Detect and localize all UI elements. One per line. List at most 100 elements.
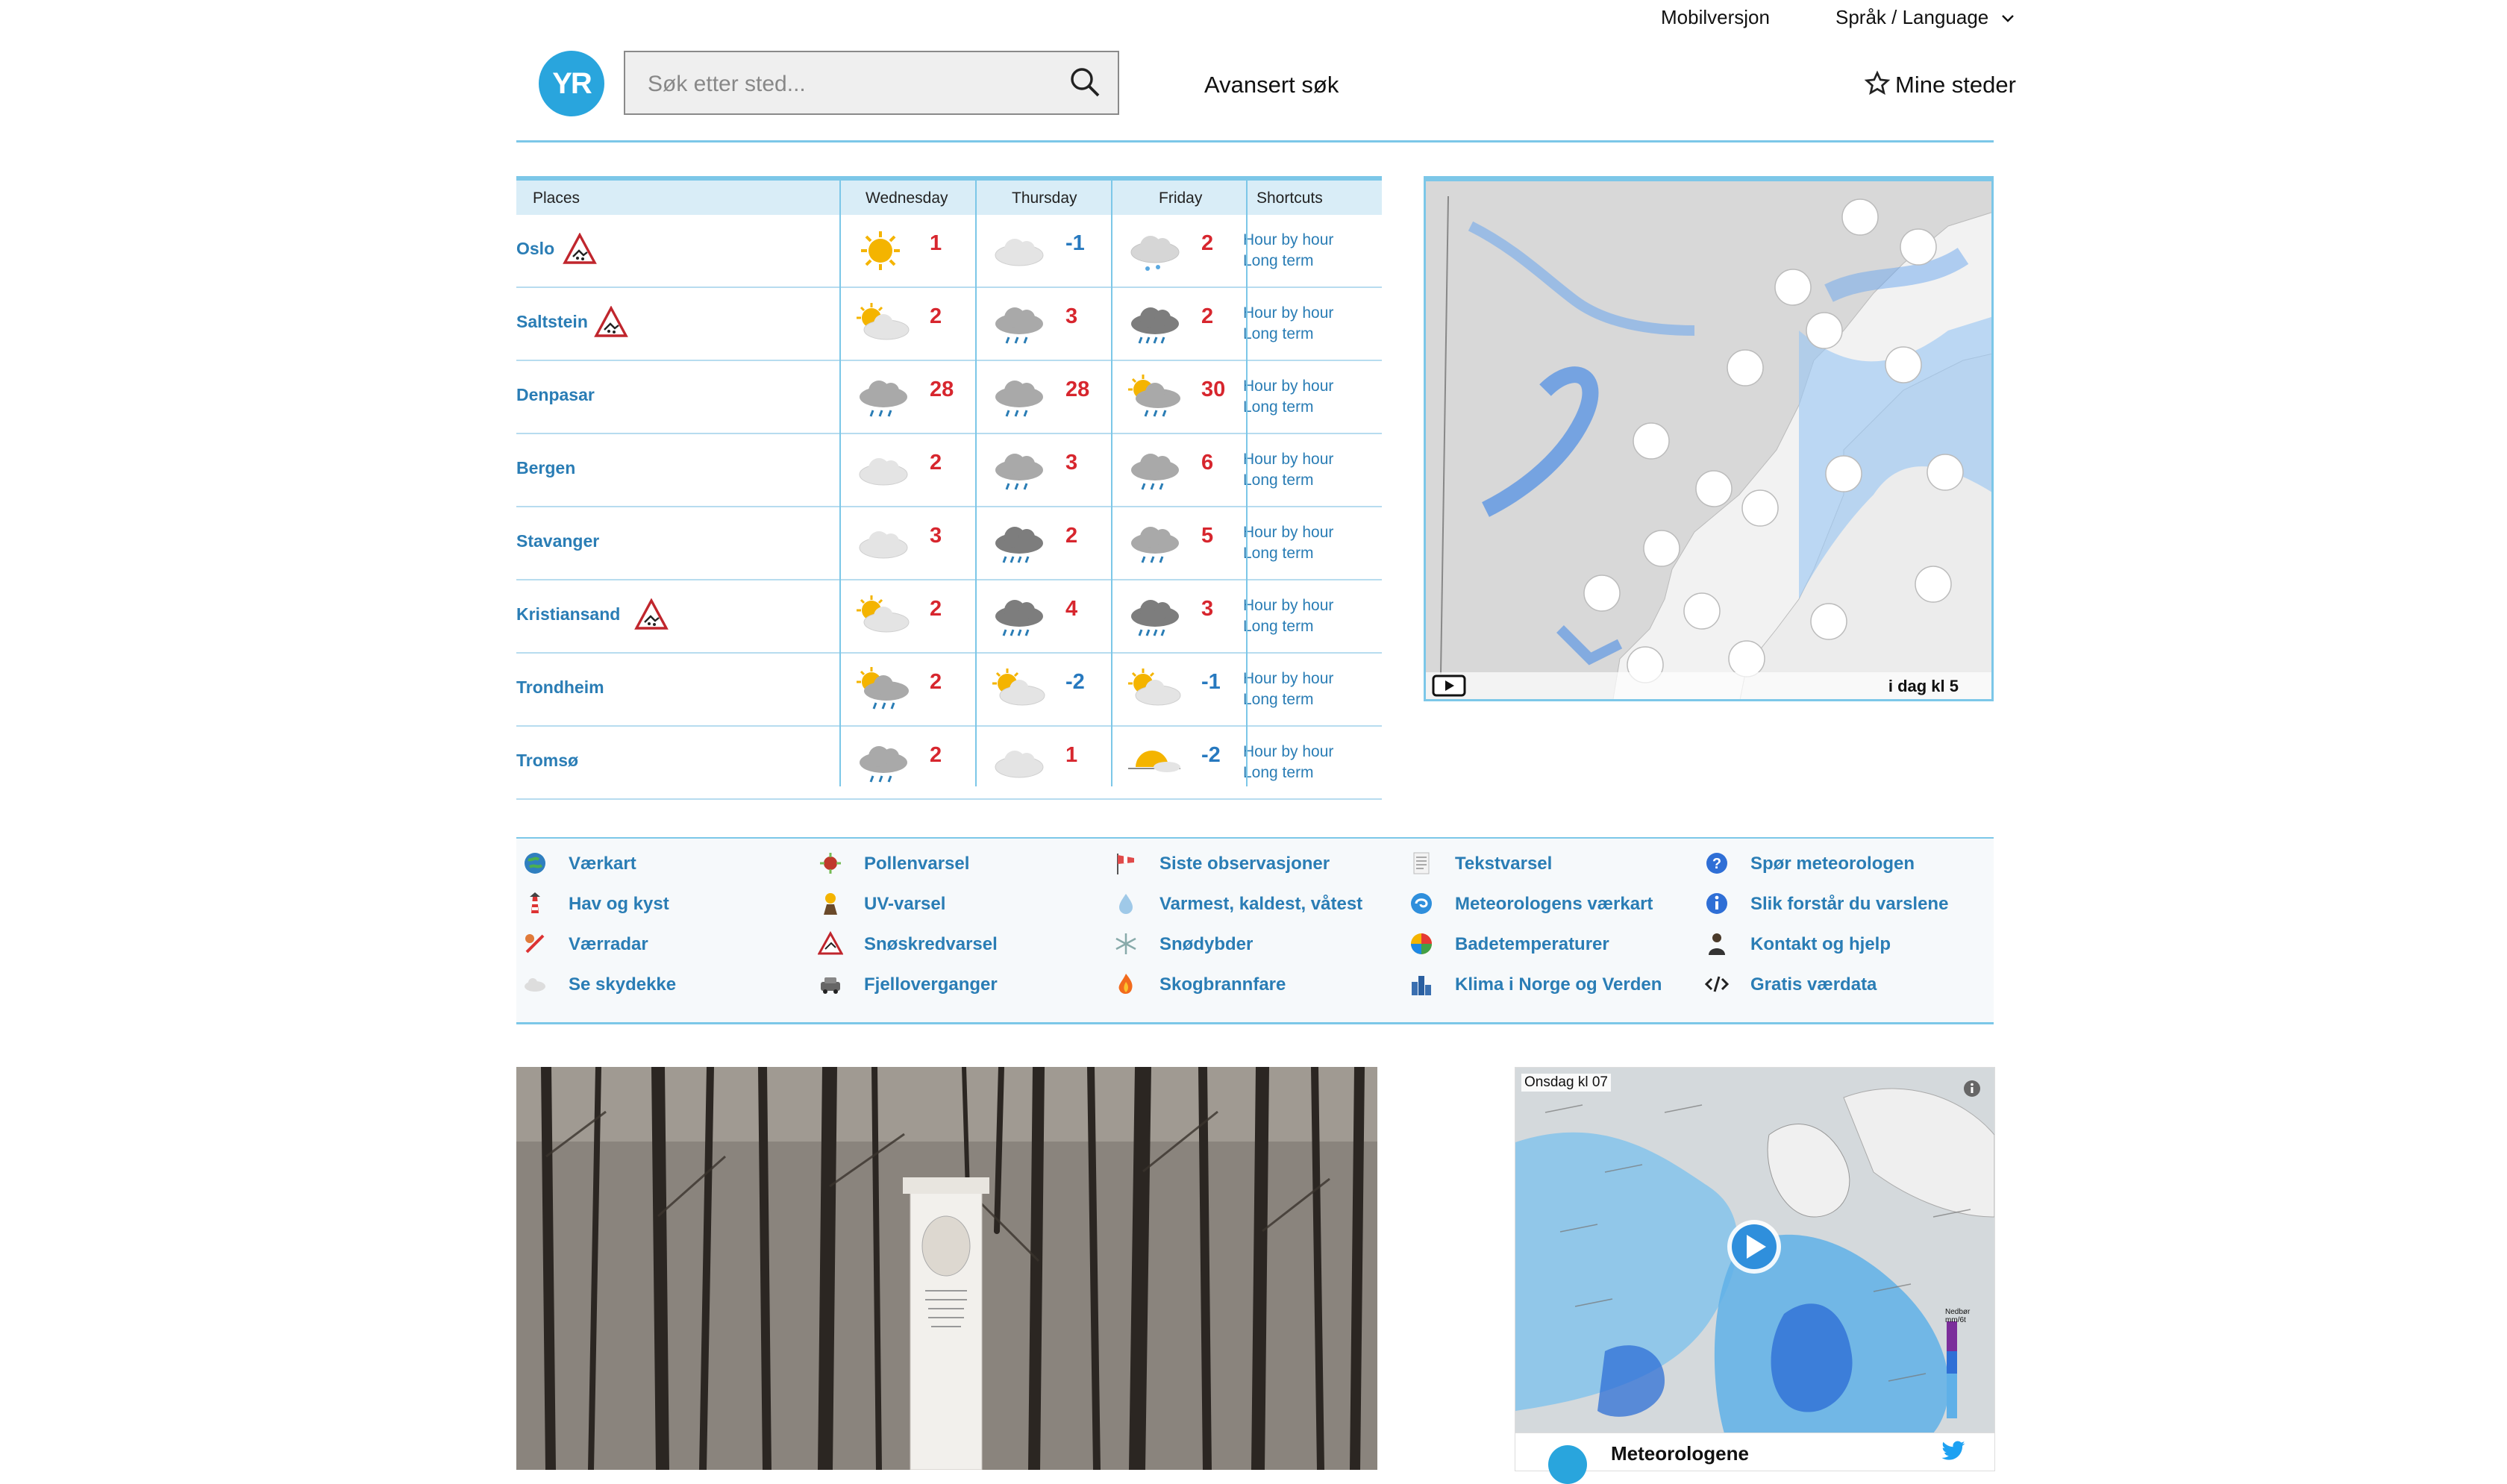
warning-icon[interactable] bbox=[594, 305, 628, 339]
quick-link[interactable]: Varmest, kaldest, våtest bbox=[1159, 894, 1362, 915]
hour-by-hour-link[interactable]: Hour by hour bbox=[1243, 378, 1333, 395]
place-link[interactable]: Trondheim bbox=[516, 677, 604, 698]
quick-link[interactable]: Slik forstår du varslene bbox=[1750, 894, 1948, 915]
weather-icon bbox=[857, 303, 910, 340]
temperature-value: 2 bbox=[1201, 304, 1214, 328]
weather-icon bbox=[995, 381, 1043, 417]
language-link[interactable]: Språk / Language bbox=[1835, 6, 2015, 29]
temperature-value: -1 bbox=[1201, 670, 1221, 694]
search-icon[interactable] bbox=[1068, 66, 1101, 98]
weather-icon bbox=[861, 231, 900, 270]
windsock-icon bbox=[1117, 854, 1134, 874]
long-term-link[interactable]: Long term bbox=[1243, 545, 1314, 563]
warning-icon[interactable] bbox=[634, 598, 669, 631]
temperature-value: 3 bbox=[930, 524, 942, 548]
temperature-value: 2 bbox=[930, 743, 942, 767]
col-friday: Friday bbox=[1159, 190, 1203, 207]
hour-by-hour-link[interactable]: Hour by hour bbox=[1243, 524, 1333, 542]
quick-link[interactable]: Spør meteorologen bbox=[1750, 854, 1915, 874]
quick-link[interactable]: Klima i Norge og Verden bbox=[1455, 974, 1662, 995]
forecast-row: Kristiansand 2 4 3 Hour by hour Long term bbox=[516, 580, 1382, 654]
long-term-link[interactable]: Long term bbox=[1243, 398, 1314, 416]
quick-link[interactable]: UV-varsel bbox=[864, 894, 945, 915]
weather-icon bbox=[1131, 527, 1179, 563]
weather-icon bbox=[860, 381, 907, 417]
place-link[interactable]: Stavanger bbox=[516, 531, 599, 551]
quick-link[interactable]: Snøskredvarsel bbox=[864, 934, 998, 955]
quick-link[interactable]: Siste observasjoner bbox=[1159, 854, 1330, 874]
links-divider-bottom bbox=[516, 1022, 1994, 1024]
hour-by-hour-link[interactable]: Hour by hour bbox=[1243, 670, 1333, 688]
tweet-card[interactable]: Meteorologene bbox=[1515, 1433, 1995, 1484]
links-panel: Værkart Hav og kyst Værradar Se skydekke Pol… bbox=[516, 839, 1994, 1022]
quick-link[interactable]: Meteorologens værkart bbox=[1455, 894, 1653, 915]
temperature-value: 2 bbox=[930, 304, 942, 328]
weather-map[interactable]: i dag kl 5 bbox=[1424, 176, 1994, 701]
long-term-link[interactable]: Long term bbox=[1243, 618, 1314, 636]
long-term-link[interactable]: Long term bbox=[1243, 472, 1314, 489]
beachball-icon bbox=[1411, 933, 1432, 954]
weather-icon bbox=[1131, 600, 1179, 636]
search-box bbox=[624, 51, 1119, 115]
long-term-link[interactable]: Long term bbox=[1243, 325, 1314, 343]
drop-icon bbox=[1119, 894, 1133, 914]
forecast-row: Denpasar 28 28 30 Hour by hour Long term bbox=[516, 361, 1382, 434]
forecast-header: Places Wednesday Thursday Friday Shortcu… bbox=[516, 176, 1382, 215]
hour-by-hour-link[interactable]: Hour by hour bbox=[1243, 304, 1333, 322]
lighthouse-icon bbox=[530, 892, 540, 913]
language-label: Språk / Language bbox=[1835, 6, 1989, 28]
info-icon bbox=[1706, 893, 1727, 914]
swirl-icon bbox=[1411, 893, 1432, 914]
quick-link[interactable]: Badetemperaturer bbox=[1455, 934, 1609, 955]
tweet-map[interactable]: Onsdag kl 07 Nedbør mm/6t bbox=[1515, 1067, 1995, 1434]
weather-icon bbox=[995, 239, 1044, 266]
quick-link[interactable]: Fjelloverganger bbox=[864, 974, 998, 995]
play-icon[interactable] bbox=[1432, 674, 1466, 697]
warning-icon[interactable] bbox=[563, 232, 597, 266]
long-term-link[interactable]: Long term bbox=[1243, 691, 1314, 709]
quick-link[interactable]: Gratis værdata bbox=[1750, 974, 1877, 995]
quick-link[interactable]: Hav og kyst bbox=[569, 894, 669, 915]
quick-link[interactable]: Værkart bbox=[569, 854, 636, 874]
forecast-table: Places Wednesday Thursday Friday Shortcu… bbox=[516, 176, 1382, 800]
place-link[interactable]: Kristiansand bbox=[516, 604, 620, 624]
mobile-version-link[interactable]: Mobilversjon bbox=[1661, 6, 1770, 29]
search-input[interactable] bbox=[646, 69, 1067, 100]
advanced-search-link[interactable]: Avansert søk bbox=[1204, 72, 1339, 98]
news-photo[interactable] bbox=[516, 1067, 1377, 1470]
yr-logo[interactable]: YR bbox=[539, 51, 604, 116]
hour-by-hour-link[interactable]: Hour by hour bbox=[1243, 743, 1333, 761]
weather-icon bbox=[1131, 454, 1179, 490]
quick-link[interactable]: Værradar bbox=[569, 934, 648, 955]
place-link[interactable]: Saltstein bbox=[516, 312, 588, 332]
quick-link[interactable]: Se skydekke bbox=[569, 974, 676, 995]
place-link[interactable]: Tromsø bbox=[516, 751, 578, 771]
quick-link[interactable]: Pollenvarsel bbox=[864, 854, 969, 874]
tweet-map-time: Onsdag kl 07 bbox=[1521, 1074, 1611, 1092]
weather-icon bbox=[995, 454, 1043, 490]
tweet-account[interactable]: Meteorologene bbox=[1611, 1442, 1749, 1465]
long-term-link[interactable]: Long term bbox=[1243, 252, 1314, 270]
document-icon bbox=[1413, 852, 1430, 874]
weather-icon bbox=[857, 595, 910, 633]
weather-icon bbox=[859, 531, 908, 559]
quick-link[interactable]: Kontakt og hjelp bbox=[1750, 934, 1891, 955]
hour-by-hour-link[interactable]: Hour by hour bbox=[1243, 597, 1333, 615]
hour-by-hour-link[interactable]: Hour by hour bbox=[1243, 231, 1333, 249]
place-link[interactable]: Bergen bbox=[516, 458, 575, 478]
col-shortcuts: Shortcuts bbox=[1256, 190, 1323, 207]
quick-link[interactable]: Snødybder bbox=[1159, 934, 1253, 955]
map-time-label: i dag kl 5 bbox=[1888, 677, 1959, 695]
chevron-down-icon bbox=[2001, 15, 2014, 22]
place-link[interactable]: Oslo bbox=[516, 239, 554, 259]
temperature-value: 1 bbox=[930, 231, 942, 255]
quick-link[interactable]: Tekstvarsel bbox=[1455, 854, 1552, 874]
place-link[interactable]: Denpasar bbox=[516, 385, 595, 405]
info-icon[interactable] bbox=[1963, 1080, 1981, 1098]
temperature-value: 4 bbox=[1065, 597, 1078, 621]
quick-link[interactable]: Skogbrannfare bbox=[1159, 974, 1286, 995]
twitter-bird-icon bbox=[1941, 1441, 1965, 1460]
long-term-link[interactable]: Long term bbox=[1243, 764, 1314, 782]
my-places-link[interactable]: Mine steder bbox=[1864, 70, 2016, 98]
hour-by-hour-link[interactable]: Hour by hour bbox=[1243, 451, 1333, 469]
